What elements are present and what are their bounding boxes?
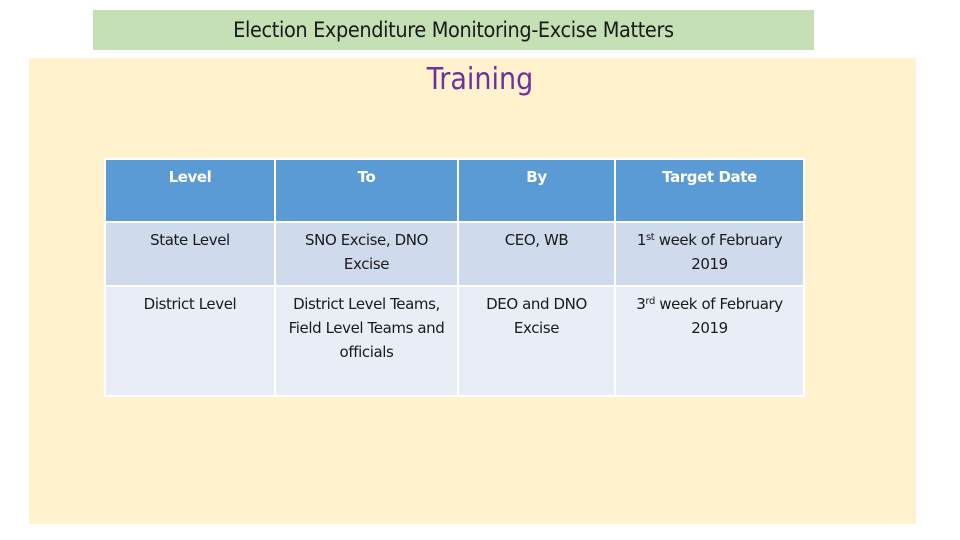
cell-level: State Level (104, 221, 276, 287)
cell-target-date: 3rd week of February 2019 (614, 285, 805, 397)
cell-level: District Level (104, 285, 276, 397)
section-heading: Training (426, 62, 534, 97)
table-row: State Level SNO Excise, DNO Excise CEO, … (104, 221, 805, 287)
date-text: week of February 2019 (654, 295, 783, 337)
header-by: By (457, 158, 616, 223)
slide-title: Election Expenditure Monitoring-Excise M… (233, 18, 674, 42)
date-text: week of February 2019 (654, 231, 783, 273)
cell-to: SNO Excise, DNO Excise (274, 221, 459, 287)
date-ordinal-suffix: rd (645, 296, 655, 307)
table-header-row: Level To By Target Date (104, 158, 805, 223)
training-table: Level To By Target Date State Level SNO … (104, 158, 805, 397)
header-to: To (274, 158, 459, 223)
table-row: District Level District Level Teams, Fie… (104, 285, 805, 397)
header-level: Level (104, 158, 276, 223)
header-target-date: Target Date (614, 158, 805, 223)
date-ordinal-number: 1 (636, 231, 647, 249)
slide-title-bar: Election Expenditure Monitoring-Excise M… (93, 10, 814, 50)
cell-by: DEO and DNO Excise (457, 285, 616, 397)
cell-target-date: 1st week of February 2019 (614, 221, 805, 287)
cell-to: District Level Teams, Field Level Teams … (274, 285, 459, 397)
cell-by: CEO, WB (457, 221, 616, 287)
